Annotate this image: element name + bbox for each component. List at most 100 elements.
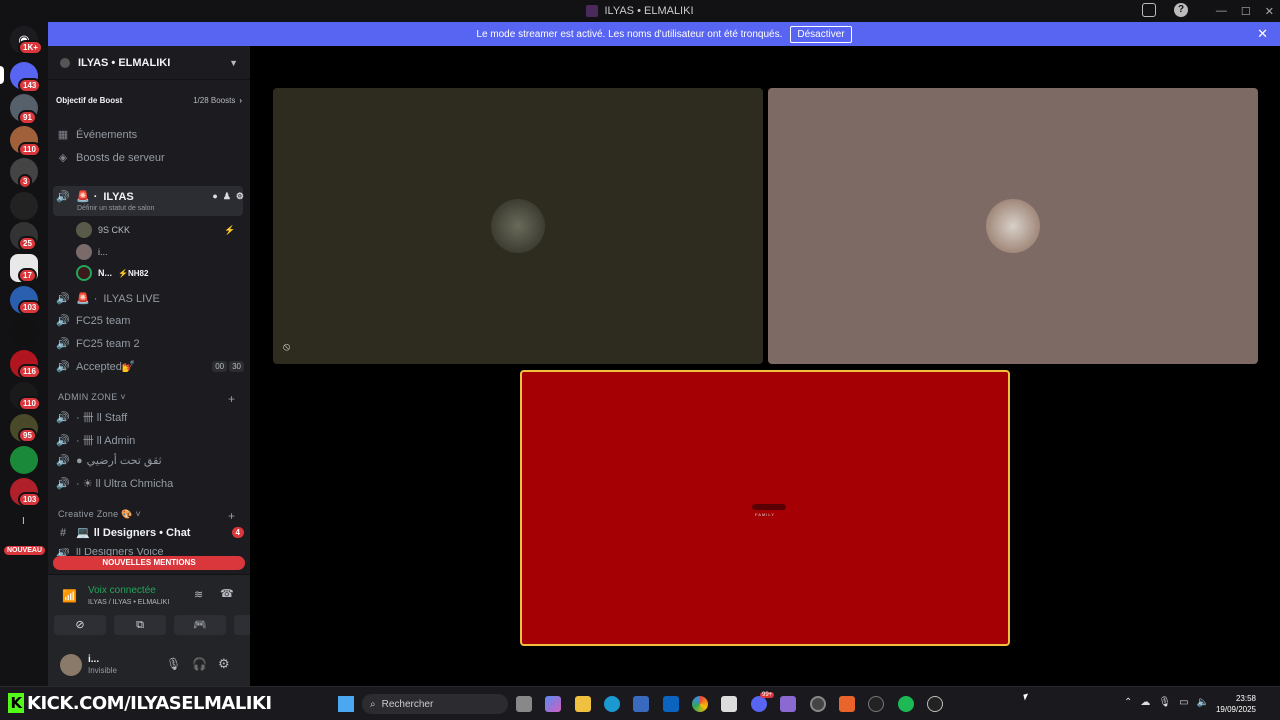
chevron-up-icon[interactable]: ⌃ [1124, 697, 1132, 708]
discord-icon[interactable] [751, 696, 767, 712]
channel-name: FC25 team [76, 314, 131, 327]
settings-icon[interactable]: ⚙ [218, 656, 230, 672]
boost-goal[interactable]: Objectif de Boost 1/28 Boosts › [56, 90, 242, 110]
channel-name: ILYAS LIVE [103, 292, 160, 305]
gear-icon[interactable]: ⚙ [236, 191, 244, 202]
obs-icon[interactable] [810, 696, 826, 712]
minimize-button[interactable]: — [1216, 5, 1227, 17]
app-icon[interactable] [721, 696, 737, 712]
network-icon[interactable]: ☁ [1140, 697, 1150, 708]
server-badge: 110 [18, 142, 41, 157]
clock[interactable]: 23:58 19/09/2025 [1216, 693, 1256, 715]
category-admin-zone[interactable]: ADMIN ZONE ˅ + [58, 392, 235, 406]
user-status: Invisible [88, 666, 117, 675]
voice-location[interactable]: ILYAS / ILYAS • ELMALIKI [88, 599, 169, 606]
voice-channel-ilyas[interactable]: 🔊 🚨 · ILYAS ● ♟ ⚙ [56, 190, 244, 204]
system-tray: ⌃ ☁ 🎙 ▭ 🔈 [1124, 697, 1209, 708]
server-header[interactable]: ILYAS • ELMALIKI ▼ [48, 46, 250, 80]
voice-channel[interactable]: 🔊 FC25 team 2 [56, 337, 244, 351]
disable-streamer-button[interactable]: Désactiver [790, 25, 852, 43]
noise-suppression-icon[interactable]: ≋ [194, 588, 203, 601]
banner-text: Le mode streamer est activé. Les noms d'… [476, 28, 783, 40]
chat-icon[interactable]: ● [212, 191, 217, 202]
server-icon[interactable] [10, 318, 38, 346]
mention-badge: 4 [231, 527, 244, 538]
add-channel-icon[interactable]: + [228, 509, 235, 523]
category-creative-zone[interactable]: Creative Zone 🎨 ˅ + [58, 509, 235, 523]
title-bar: ILYAS • ELMALIKI ? — ☐ ✕ [0, 0, 1280, 22]
invite-icon[interactable]: ♟ [223, 191, 231, 202]
screen-share-button[interactable]: ⧉ [114, 615, 166, 635]
microphone-icon[interactable]: 🎙 [1158, 697, 1171, 708]
server-icon[interactable] [10, 446, 38, 474]
task-view-icon[interactable] [516, 696, 532, 712]
voice-channel[interactable]: 🔊 · 卌 ll Admin [56, 432, 244, 448]
user-panel: i... Invisible 🎙 🎧 ⚙ [48, 646, 250, 686]
outlook-icon[interactable] [663, 696, 679, 712]
kick-logo: K [8, 693, 24, 713]
disconnect-icon[interactable]: ☎ [220, 587, 234, 600]
channel-name: Accepted💅 [76, 361, 136, 373]
add-server-icon[interactable]: I [22, 516, 25, 527]
inbox-icon[interactable] [1142, 3, 1156, 17]
taskbar: K KICK.COM/ILYASELMALIKI ⌕ Rechercher 99+ … [0, 686, 1280, 720]
channel-name: ll Designers Voice [76, 548, 164, 556]
participant-tile[interactable]: ⦸ [273, 88, 763, 364]
voice-user[interactable]: N... ⚡NH82 [76, 265, 148, 281]
server-icon [60, 57, 70, 68]
chevron-right-icon: › [239, 95, 242, 105]
game-icon[interactable] [780, 696, 796, 712]
participant-tile[interactable] [768, 88, 1258, 364]
speaker-icon: 🔊 [56, 548, 70, 556]
start-icon[interactable] [338, 696, 354, 712]
voice-user[interactable]: i... [76, 244, 108, 260]
server-name: ILYAS • ELMALIKI [78, 56, 171, 69]
search-bar[interactable]: ⌕ Rechercher [362, 694, 508, 714]
avatar[interactable] [60, 654, 82, 676]
store-icon[interactable] [633, 696, 649, 712]
volume-icon[interactable]: 🔈 [1197, 697, 1209, 708]
voice-channel[interactable]: 🔊 · ☀ ll Ultra Chmicha [56, 477, 244, 490]
new-mentions-button[interactable]: NOUVELLES MENTIONS [53, 556, 245, 570]
file-explorer-icon[interactable] [575, 696, 591, 712]
app-icon[interactable] [839, 696, 855, 712]
boosts-link[interactable]: ◈ Boosts de serveur [56, 151, 244, 165]
channel-status[interactable]: Définir un statut de salon [77, 205, 154, 212]
speaker-icon: 🔊 [56, 338, 70, 350]
voice-channel-live[interactable]: 🔊 🚨 · ILYAS LIVE [56, 292, 244, 306]
maximize-button[interactable]: ☐ [1241, 5, 1251, 18]
copilot-icon[interactable] [545, 696, 561, 712]
voice-user[interactable]: 9S CKK ⚡ [76, 222, 235, 238]
stream-tile[interactable]: FAMILY [520, 370, 1010, 646]
channel-sidebar: ILYAS • ELMALIKI ▼ Objectif de Boost 1/2… [48, 46, 286, 686]
add-channel-icon[interactable]: + [228, 392, 235, 406]
display-icon[interactable]: ▭ [1179, 697, 1188, 708]
edge-icon[interactable] [604, 696, 620, 712]
voice-channel[interactable]: 🔊 ● ثقق تحت أرضيي [56, 454, 244, 468]
channel-name: FC25 team 2 [76, 337, 140, 350]
voice-channel[interactable]: 🔊 FC25 team [56, 314, 244, 328]
voice-channel[interactable]: 🔊 · 卌 ll Staff [56, 409, 244, 425]
close-banner-icon[interactable]: ✕ [1257, 26, 1268, 42]
server-badge: 116 [18, 364, 41, 379]
events-link[interactable]: ▦ Événements [56, 128, 244, 142]
spotify-icon[interactable] [898, 696, 914, 712]
text-channel[interactable]: # 💻 ll Designers • Chat 4 [56, 526, 244, 539]
camera-button[interactable]: ⊘ [54, 615, 106, 635]
voice-channel[interactable]: 🔊 Accepted💅 00 30 [56, 360, 244, 373]
microphone-icon[interactable]: 🎙 [166, 657, 181, 671]
new-pill[interactable]: NOUVEAU [4, 546, 46, 555]
channel-name: ثقق تحت أرضيي [86, 455, 162, 467]
server-badge: 110 [18, 396, 41, 411]
media-player-icon[interactable] [927, 696, 943, 712]
close-window-button[interactable]: ✕ [1265, 5, 1274, 18]
headphones-icon[interactable]: 🎧 [192, 657, 207, 671]
signal-icon[interactable]: 📶 [62, 589, 77, 603]
chrome-icon[interactable] [692, 696, 708, 712]
app-icon[interactable] [868, 696, 884, 712]
activities-button[interactable]: 🎮 [174, 615, 226, 635]
server-icon[interactable] [10, 192, 38, 220]
user-name: N... [98, 268, 113, 278]
help-icon[interactable]: ? [1174, 3, 1188, 17]
voice-channel[interactable]: 🔊 ll Designers Voice [56, 548, 244, 556]
